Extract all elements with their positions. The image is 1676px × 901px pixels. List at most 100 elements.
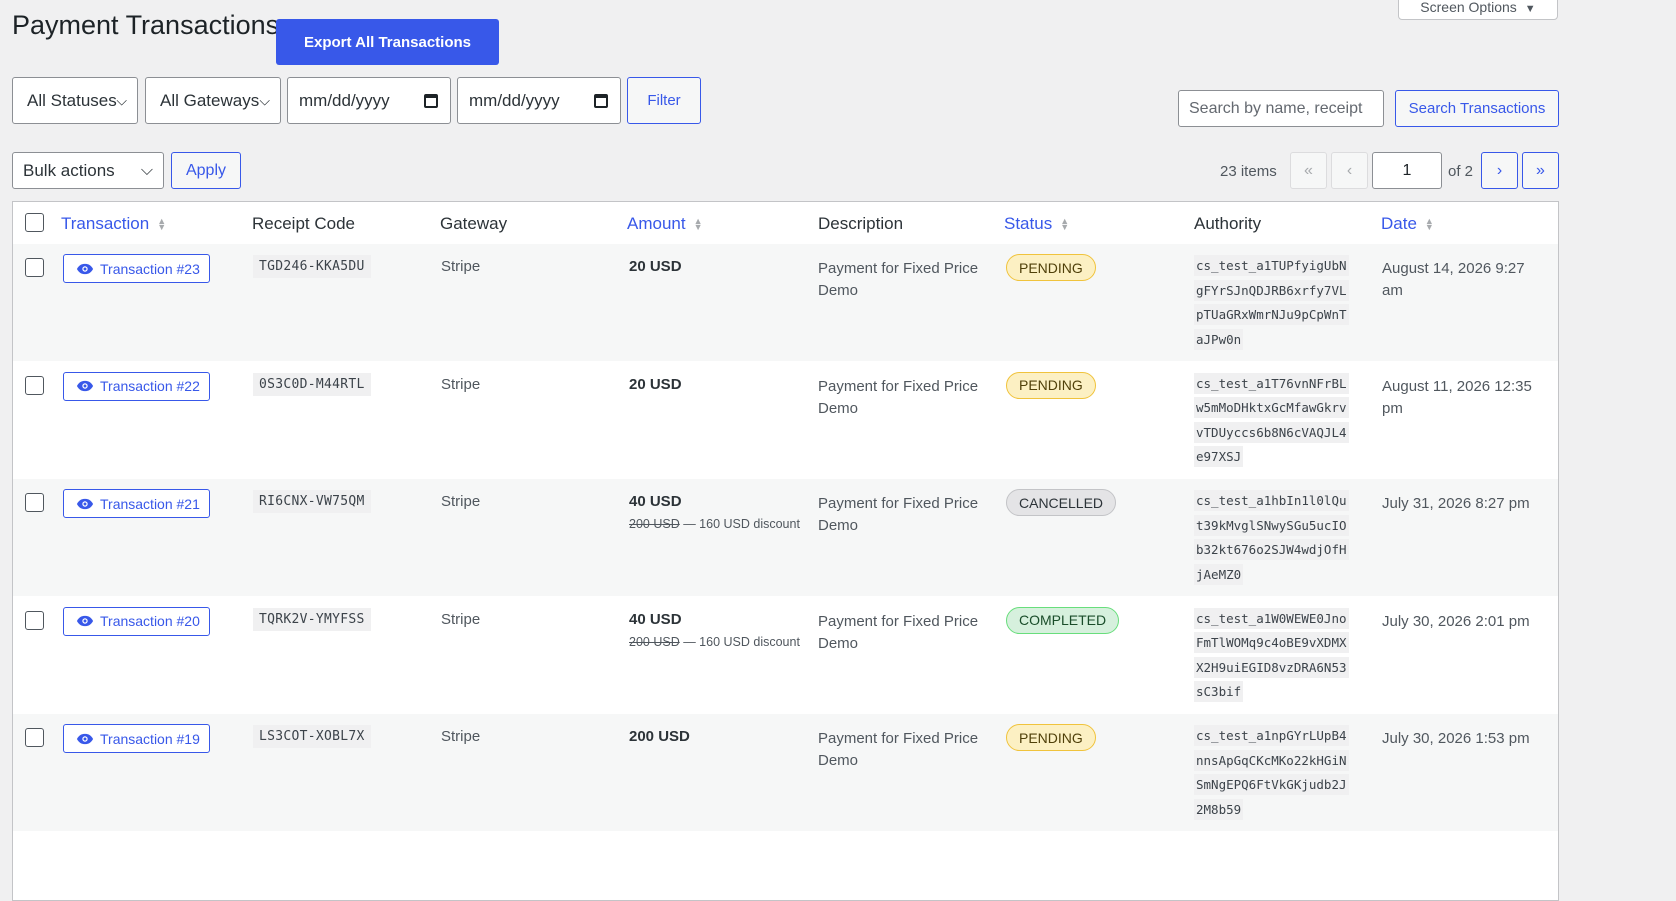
view-transaction-button[interactable]: Transaction #21 <box>63 489 210 518</box>
discount-info: 200 USD — 160 USD discount <box>629 515 809 533</box>
original-amount: 200 USD <box>629 517 680 531</box>
gateway-name: Stripe <box>441 728 481 745</box>
search-input[interactable]: Search by name, receipt <box>1178 90 1384 127</box>
date-from-placeholder: mm/dd/yyyy <box>299 90 390 110</box>
receipt-code: 0S3C0D-M44RTL <box>253 372 371 396</box>
status-badge: CANCELLED <box>1006 489 1117 516</box>
table-header: Transaction ▲ ▼ Receipt Code Gateway Amou… <box>13 202 1558 245</box>
sort-icon: ▲ ▼ <box>1060 216 1070 232</box>
column-header-transaction[interactable]: Transaction ▲ ▼ <box>61 214 166 234</box>
receipt-code: TQRK2V-YMYFSS <box>253 607 371 631</box>
transaction-label: Transaction #22 <box>100 378 200 394</box>
receipt-code: RI6CNX-VW75QM <box>253 490 371 513</box>
discount-text: — 160 USD discount <box>679 634 800 649</box>
discount-text: — 160 USD discount <box>679 517 800 531</box>
total-pages: of 2 <box>1448 163 1474 180</box>
bulk-actions-select[interactable]: Bulk actions ⌵ <box>12 152 164 189</box>
status-badge: PENDING <box>1006 371 1096 399</box>
column-label: Status <box>1004 214 1053 233</box>
date-to-input[interactable]: mm/dd/yyyy <box>457 77 621 124</box>
chevron-down-icon: ⌵ <box>259 92 270 108</box>
original-amount: 200 USD <box>629 634 680 649</box>
chevron-down-icon: ⌵ <box>140 161 153 179</box>
transaction-date: July 30, 2026 1:53 pm <box>1382 730 1530 747</box>
status-filter-select[interactable]: All Statuses ⌵ <box>12 77 138 124</box>
date-to-placeholder: mm/dd/yyyy <box>469 90 560 110</box>
current-page-input[interactable]: 1 <box>1372 152 1442 189</box>
first-page-button[interactable]: « <box>1290 152 1327 189</box>
description: Payment for Fixed Price Demo <box>818 260 979 299</box>
gateway-name: Stripe <box>441 610 481 628</box>
transaction-label: Transaction #19 <box>100 730 200 747</box>
eye-icon <box>76 263 94 274</box>
export-all-button[interactable]: Export All Transactions <box>276 19 499 65</box>
bulk-actions-value: Bulk actions <box>23 160 115 180</box>
authority: cs_test_a1TUPfyigUbNgFYrSJnQDJRB6xrfy7VL… <box>1194 254 1354 352</box>
status-badge: PENDING <box>1006 254 1096 281</box>
view-transaction-button[interactable]: Transaction #22 <box>63 371 210 401</box>
screen-options-tab[interactable]: Screen Options ▼ <box>1398 0 1558 20</box>
amount: 40 USD <box>629 493 682 510</box>
authority: cs_test_a1W0WEWE0JnoFmTlWOMq9c4oBE9vXDMX… <box>1194 607 1354 705</box>
column-header-gateway: Gateway <box>440 214 508 233</box>
row-checkbox[interactable] <box>25 610 44 630</box>
search-transactions-button[interactable]: Search Transactions <box>1395 90 1559 127</box>
amount: 200 USD <box>629 728 690 745</box>
row-checkbox[interactable] <box>25 493 44 512</box>
receipt-code: TGD246-KKA5DU <box>253 255 371 278</box>
transaction-label: Transaction #21 <box>100 495 200 512</box>
transactions-table: Transaction ▲ ▼ Receipt Code Gateway Amou… <box>12 201 1559 901</box>
view-transaction-button[interactable]: Transaction #20 <box>63 606 210 636</box>
column-header-description: Description <box>818 214 904 233</box>
column-header-amount[interactable]: Amount ▲ ▼ <box>627 214 703 234</box>
table-row: Transaction #20 TQRK2V-YMYFSS Stripe 40 USD… <box>13 597 1558 714</box>
next-page-button[interactable]: › <box>1481 152 1518 189</box>
items-count: 23 items <box>1220 163 1277 180</box>
description: Payment for Fixed Price Demo <box>818 377 979 417</box>
authority-code: cs_test_a1hbIn1l0lQut39kMvglSNwySGu5ucIO… <box>1194 490 1349 585</box>
chevron-down-icon: ⌵ <box>116 92 127 108</box>
view-transaction-button[interactable]: Transaction #23 <box>63 254 210 283</box>
table-row: Transaction #19 LS3COT-XOBL7X Stripe 200 US… <box>13 714 1558 831</box>
gateway-name: Stripe <box>441 493 481 510</box>
amount: 20 USD <box>629 258 682 275</box>
calendar-icon[interactable] <box>594 93 608 108</box>
apply-button[interactable]: Apply <box>171 152 241 189</box>
column-header-date[interactable]: Date ▲ ▼ <box>1381 214 1434 234</box>
column-label: Transaction <box>61 214 150 233</box>
column-header-receipt-code: Receipt Code <box>252 214 356 233</box>
gateway-filter-select[interactable]: All Gateways ⌵ <box>145 77 281 124</box>
column-label: Date <box>1381 214 1417 233</box>
row-checkbox[interactable] <box>25 375 44 395</box>
column-header-status[interactable]: Status ▲ ▼ <box>1004 214 1069 234</box>
column-header-authority: Authority <box>1194 214 1262 233</box>
transaction-date: July 30, 2026 2:01 pm <box>1382 612 1530 630</box>
view-transaction-button[interactable]: Transaction #19 <box>63 724 210 753</box>
sort-icon: ▲ ▼ <box>693 216 703 232</box>
triangle-down-icon: ▼ <box>1524 3 1536 15</box>
screen-options-label: Screen Options <box>1420 0 1517 15</box>
discount-info: 200 USD — 160 USD discount <box>629 633 809 651</box>
row-checkbox[interactable] <box>25 258 44 277</box>
description: Payment for Fixed Price Demo <box>818 612 979 652</box>
filter-button[interactable]: Filter <box>627 77 701 124</box>
select-all-checkbox[interactable] <box>25 213 44 232</box>
gateway-name: Stripe <box>441 375 481 393</box>
receipt-code: LS3COT-XOBL7X <box>253 725 371 748</box>
status-badge: COMPLETED <box>1006 606 1120 634</box>
authority: cs_test_a1hbIn1l0lQut39kMvglSNwySGu5ucIO… <box>1194 489 1354 587</box>
gateway-name: Stripe <box>441 258 481 275</box>
last-page-button[interactable]: » <box>1522 152 1559 189</box>
prev-page-button[interactable]: ‹ <box>1331 152 1368 189</box>
table-row: Transaction #22 0S3C0D-M44RTL Stripe 20 USD… <box>13 362 1558 479</box>
authority: cs_test_a1T76vnNFrBLw5mMoDHktxGcMfawGkrv… <box>1194 372 1354 470</box>
date-from-input[interactable]: mm/dd/yyyy <box>287 77 451 124</box>
table-row: Transaction #23 TGD246-KKA5DU Stripe 20 USD… <box>13 244 1558 361</box>
eye-icon <box>76 615 94 627</box>
eye-icon <box>76 498 94 509</box>
transaction-date: August 14, 2026 9:27 am <box>1382 260 1525 299</box>
calendar-icon[interactable] <box>424 93 438 108</box>
eye-icon <box>76 380 94 392</box>
row-checkbox[interactable] <box>25 728 44 747</box>
amount: 20 USD <box>629 375 682 393</box>
